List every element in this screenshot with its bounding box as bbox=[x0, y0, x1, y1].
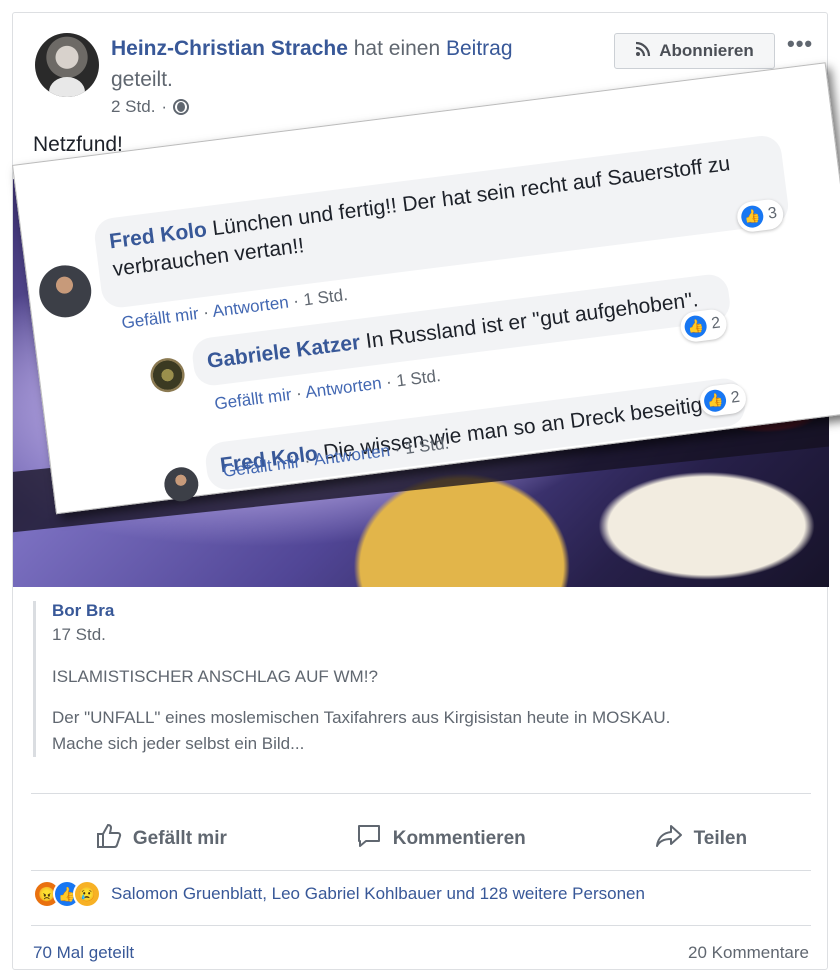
shared-timestamp[interactable]: 17 Std. bbox=[52, 625, 832, 645]
like-label: Gefällt mir bbox=[132, 828, 227, 849]
comment-like-link[interactable]: Gefällt mir bbox=[213, 385, 292, 414]
action-bar: Gefällt mir Kommentieren Teilen bbox=[31, 808, 811, 870]
like-reaction-icon: 👍 bbox=[702, 388, 728, 414]
post-timestamp[interactable]: 2 Std. bbox=[111, 97, 155, 117]
comment-time[interactable]: 1 Std. bbox=[395, 366, 441, 390]
reaction-count: 2 bbox=[729, 388, 741, 407]
comment-like-link[interactable]: Gefällt mir bbox=[120, 304, 199, 333]
author-avatar[interactable] bbox=[35, 33, 99, 97]
comment-reply-link[interactable]: Antworten bbox=[304, 373, 382, 401]
subscribe-label: Abonnieren bbox=[659, 41, 754, 60]
shared-body-line: Der "UNFALL" eines moslemischen Taxifahr… bbox=[52, 708, 671, 727]
shared-author-name[interactable]: Bor Bra bbox=[52, 601, 832, 621]
shared-body: Der "UNFALL" eines moslemischen Taxifahr… bbox=[52, 705, 832, 757]
share-arrow-icon bbox=[654, 822, 684, 857]
sad-reaction-icon: 😢 bbox=[73, 880, 101, 908]
shared-post-attribution: Bor Bra 17 Std. ISLAMISTISCHER ANSCHLAG … bbox=[33, 601, 832, 757]
comments-count[interactable]: 20 Kommentare bbox=[688, 943, 809, 963]
commenter-avatar[interactable] bbox=[36, 262, 95, 321]
commenter-name[interactable]: Gabriele Katzer bbox=[206, 331, 362, 373]
comment-button[interactable]: Kommentieren bbox=[355, 822, 526, 857]
rss-icon bbox=[635, 41, 651, 62]
share-button[interactable]: Teilen bbox=[654, 822, 748, 857]
like-reaction-icon: 👍 bbox=[683, 314, 708, 339]
shared-headline: ISLAMISTISCHER ANSCHLAG AUF WM!? bbox=[52, 667, 378, 686]
shared-body-line: Mache sich jeder selbst ein Bild... bbox=[52, 734, 305, 753]
divider bbox=[31, 793, 811, 794]
globe-icon bbox=[173, 99, 190, 115]
share-label: Teilen bbox=[693, 828, 748, 849]
like-reaction-icon: 👍 bbox=[740, 204, 765, 229]
commenter-avatar[interactable] bbox=[148, 356, 187, 395]
post-header: Heinz-Christian Strache hat einen Beitra… bbox=[111, 33, 531, 95]
comment-text: In Russland ist er "gut aufgehoben". bbox=[364, 288, 700, 353]
post-meta: 2 Std. · bbox=[111, 97, 190, 117]
author-name-link[interactable]: Heinz-Christian Strache bbox=[111, 37, 348, 60]
shares-count[interactable]: 70 Mal geteilt bbox=[33, 943, 134, 963]
action-suffix: geteilt. bbox=[111, 68, 173, 91]
comment-reply-link[interactable]: Antworten bbox=[211, 292, 289, 320]
post-link[interactable]: Beitrag bbox=[446, 37, 513, 60]
meta-separator: · bbox=[161, 97, 168, 116]
reaction-count: 2 bbox=[710, 314, 722, 333]
comment-reaction-count[interactable]: 👍 3 bbox=[735, 197, 785, 234]
reactions-summary[interactable]: 😠 👍 😢 Salomon Gruenblatt, Leo Gabriel Ko… bbox=[33, 879, 645, 909]
comment-bubble: Gabriele Katzer In Russland ist er "gut a… bbox=[190, 272, 733, 388]
comment-bubble-icon bbox=[355, 822, 383, 857]
reaction-count: 3 bbox=[767, 204, 779, 223]
comment-label: Kommentieren bbox=[392, 828, 526, 849]
comment-reaction-count[interactable]: 👍 2 bbox=[678, 307, 729, 344]
reactors-text[interactable]: Salomon Gruenblatt, Leo Gabriel Kohlbaue… bbox=[111, 884, 645, 904]
divider bbox=[31, 925, 811, 926]
comment-time[interactable]: 1 Std. bbox=[302, 285, 348, 309]
thumbs-up-icon bbox=[95, 822, 123, 857]
like-button[interactable]: Gefällt mir bbox=[95, 822, 227, 857]
subscribe-button[interactable]: Abonnieren bbox=[614, 33, 775, 69]
divider bbox=[31, 870, 811, 871]
more-options-icon[interactable]: ••• bbox=[787, 33, 813, 55]
action-text: hat einen bbox=[353, 37, 441, 60]
